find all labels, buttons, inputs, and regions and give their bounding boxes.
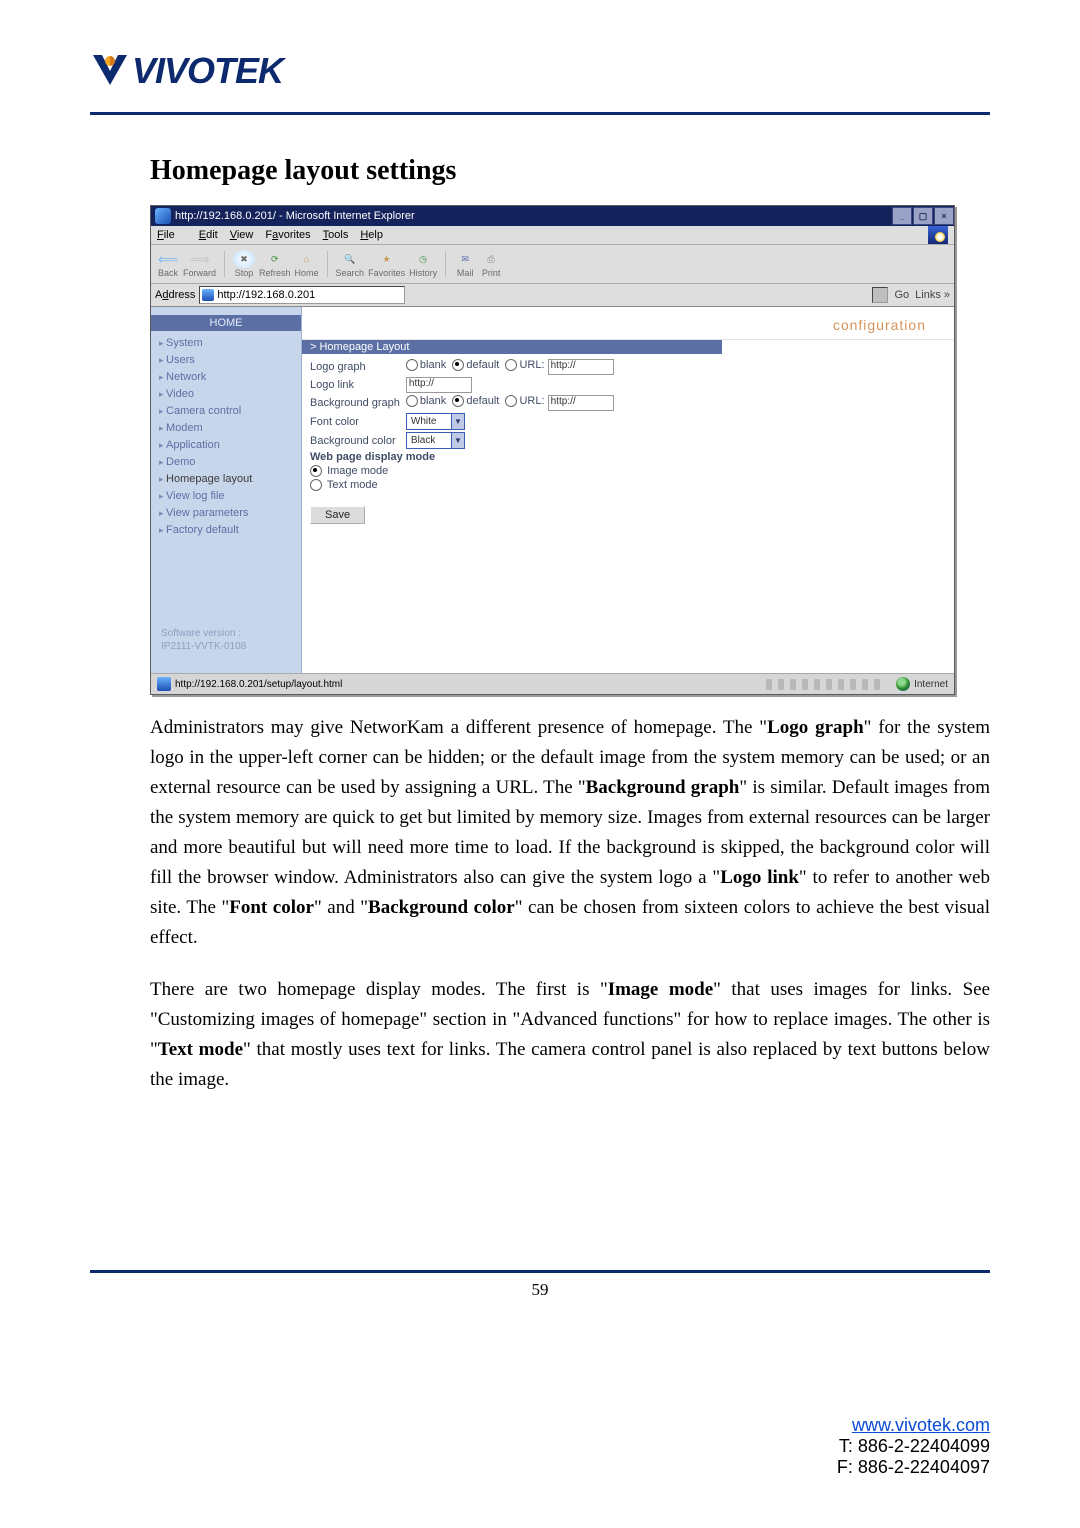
- status-zone: Internet: [914, 679, 948, 690]
- mail-button[interactable]: ✉Mail: [454, 250, 476, 278]
- toolbar: ⟸Back ⟹Forward ✖Stop ⟳Refresh ⌂Home 🔍Sea…: [151, 245, 954, 284]
- configuration-label: configuration: [302, 307, 954, 340]
- radio-bg-url[interactable]: [505, 395, 517, 407]
- progress-placeholder: [766, 679, 886, 690]
- stop-button[interactable]: ✖Stop: [233, 250, 255, 278]
- status-page-icon: [157, 677, 171, 691]
- radio-logo-blank[interactable]: [406, 359, 418, 371]
- label-font-color: Font color: [310, 412, 406, 431]
- menu-help[interactable]: Help: [360, 229, 383, 241]
- status-text: http://192.168.0.201/setup/layout.html: [175, 679, 342, 690]
- forward-button[interactable]: ⟹Forward: [183, 250, 216, 278]
- label-bg-color: Background color: [310, 431, 406, 450]
- sidebar-item-view-log-file[interactable]: View log file: [159, 488, 301, 505]
- sidebar-item-network[interactable]: Network: [159, 369, 301, 386]
- menu-bar: File Edit View Favorites Tools Help: [151, 226, 954, 245]
- search-button[interactable]: 🔍Search: [336, 250, 365, 278]
- window-title: http://192.168.0.201/ - Microsoft Intern…: [175, 210, 415, 222]
- input-logo-link[interactable]: http://: [406, 377, 472, 393]
- screenshot: http://192.168.0.201/ - Microsoft Intern…: [150, 205, 955, 695]
- links-button[interactable]: Links »: [915, 289, 950, 301]
- label-logo-link: Logo link: [310, 376, 406, 394]
- label-display-mode: Web page display mode: [310, 450, 620, 464]
- radio-text-mode[interactable]: [310, 479, 322, 491]
- home-button[interactable]: ⌂Home: [295, 250, 319, 278]
- sidebar-title[interactable]: HOME: [151, 315, 301, 331]
- go-label[interactable]: Go: [894, 289, 909, 301]
- brand-logo: VIVOTEK: [90, 50, 990, 92]
- section-title: Homepage layout settings: [150, 155, 990, 187]
- logo-mark-icon: [90, 53, 130, 89]
- logo-text: VIVOTEK: [132, 50, 283, 92]
- menu-tools[interactable]: Tools: [323, 229, 349, 241]
- titlebar: http://192.168.0.201/ - Microsoft Intern…: [151, 206, 954, 226]
- select-font-color[interactable]: White▼: [406, 413, 465, 430]
- footer: www.vivotek.com T: 886-2-22404099 F: 886…: [837, 1415, 990, 1478]
- radio-bg-default[interactable]: [452, 395, 464, 407]
- select-bg-color[interactable]: Black▼: [406, 432, 465, 449]
- radio-bg-blank[interactable]: [406, 395, 418, 407]
- sidebar-item-application[interactable]: Application: [159, 437, 301, 454]
- radio-logo-default[interactable]: [452, 359, 464, 371]
- status-bar: http://192.168.0.201/setup/layout.html I…: [151, 673, 954, 694]
- sidebar-item-modem[interactable]: Modem: [159, 420, 301, 437]
- radio-image-mode[interactable]: [310, 465, 322, 477]
- back-button[interactable]: ⟸Back: [157, 250, 179, 278]
- sidebar-item-camera-control[interactable]: Camera control: [159, 403, 301, 420]
- menu-favorites[interactable]: Favorites: [265, 229, 310, 241]
- input-bg-url[interactable]: http://: [548, 395, 614, 411]
- radio-logo-url[interactable]: [505, 359, 517, 371]
- maximize-button[interactable]: ▢: [913, 207, 933, 225]
- sidebar-item-factory-default[interactable]: Factory default: [159, 522, 301, 539]
- sidebar-item-video[interactable]: Video: [159, 386, 301, 403]
- label-logo-graph: Logo graph: [310, 358, 406, 376]
- footer-rule: [90, 1270, 990, 1273]
- internet-icon: [896, 677, 910, 691]
- footer-tel: T: 886-2-22404099: [839, 1436, 990, 1456]
- label-bg-graph: Background graph: [310, 394, 406, 412]
- sidebar-item-demo[interactable]: Demo: [159, 454, 301, 471]
- print-button[interactable]: ⎙Print: [480, 250, 502, 278]
- footer-fax: F: 886-2-22404097: [837, 1457, 990, 1477]
- address-label: Address: [155, 289, 195, 301]
- refresh-button[interactable]: ⟳Refresh: [259, 250, 291, 278]
- ie-brand-icon: [928, 226, 948, 244]
- footer-link[interactable]: www.vivotek.com: [852, 1415, 990, 1435]
- input-logo-url[interactable]: http://: [548, 359, 614, 375]
- address-dropdown-button[interactable]: [872, 287, 888, 303]
- panel-title: > Homepage Layout: [302, 340, 722, 354]
- ie-icon: [155, 208, 171, 224]
- menu-view[interactable]: View: [230, 229, 254, 241]
- address-bar: Address http://192.168.0.201 Go Links »: [151, 284, 954, 307]
- sidebar-item-view-parameters[interactable]: View parameters: [159, 505, 301, 522]
- sidebar-item-homepage-layout[interactable]: Homepage layout: [159, 471, 301, 488]
- history-button[interactable]: ◷History: [409, 250, 437, 278]
- page-number: 59: [0, 1280, 1080, 1300]
- address-input[interactable]: http://192.168.0.201: [199, 286, 405, 304]
- close-button[interactable]: ×: [934, 207, 954, 225]
- favorites-button[interactable]: ★Favorites: [368, 250, 405, 278]
- minimize-button[interactable]: _: [892, 207, 912, 225]
- sidebar: HOME System Users Network Video Camera c…: [151, 307, 302, 673]
- sidebar-item-users[interactable]: Users: [159, 352, 301, 369]
- menu-edit[interactable]: Edit: [199, 229, 218, 241]
- sidebar-item-system[interactable]: System: [159, 335, 301, 352]
- menu-file[interactable]: File: [157, 229, 187, 241]
- page-icon: [202, 289, 214, 301]
- software-version: Software version : IP2111-VVTK-0108: [161, 627, 246, 653]
- paragraph-2: There are two homepage display modes. Th…: [150, 975, 990, 1095]
- paragraph-1: Administrators may give NetworKam a diff…: [150, 713, 990, 953]
- save-button[interactable]: Save: [310, 506, 365, 524]
